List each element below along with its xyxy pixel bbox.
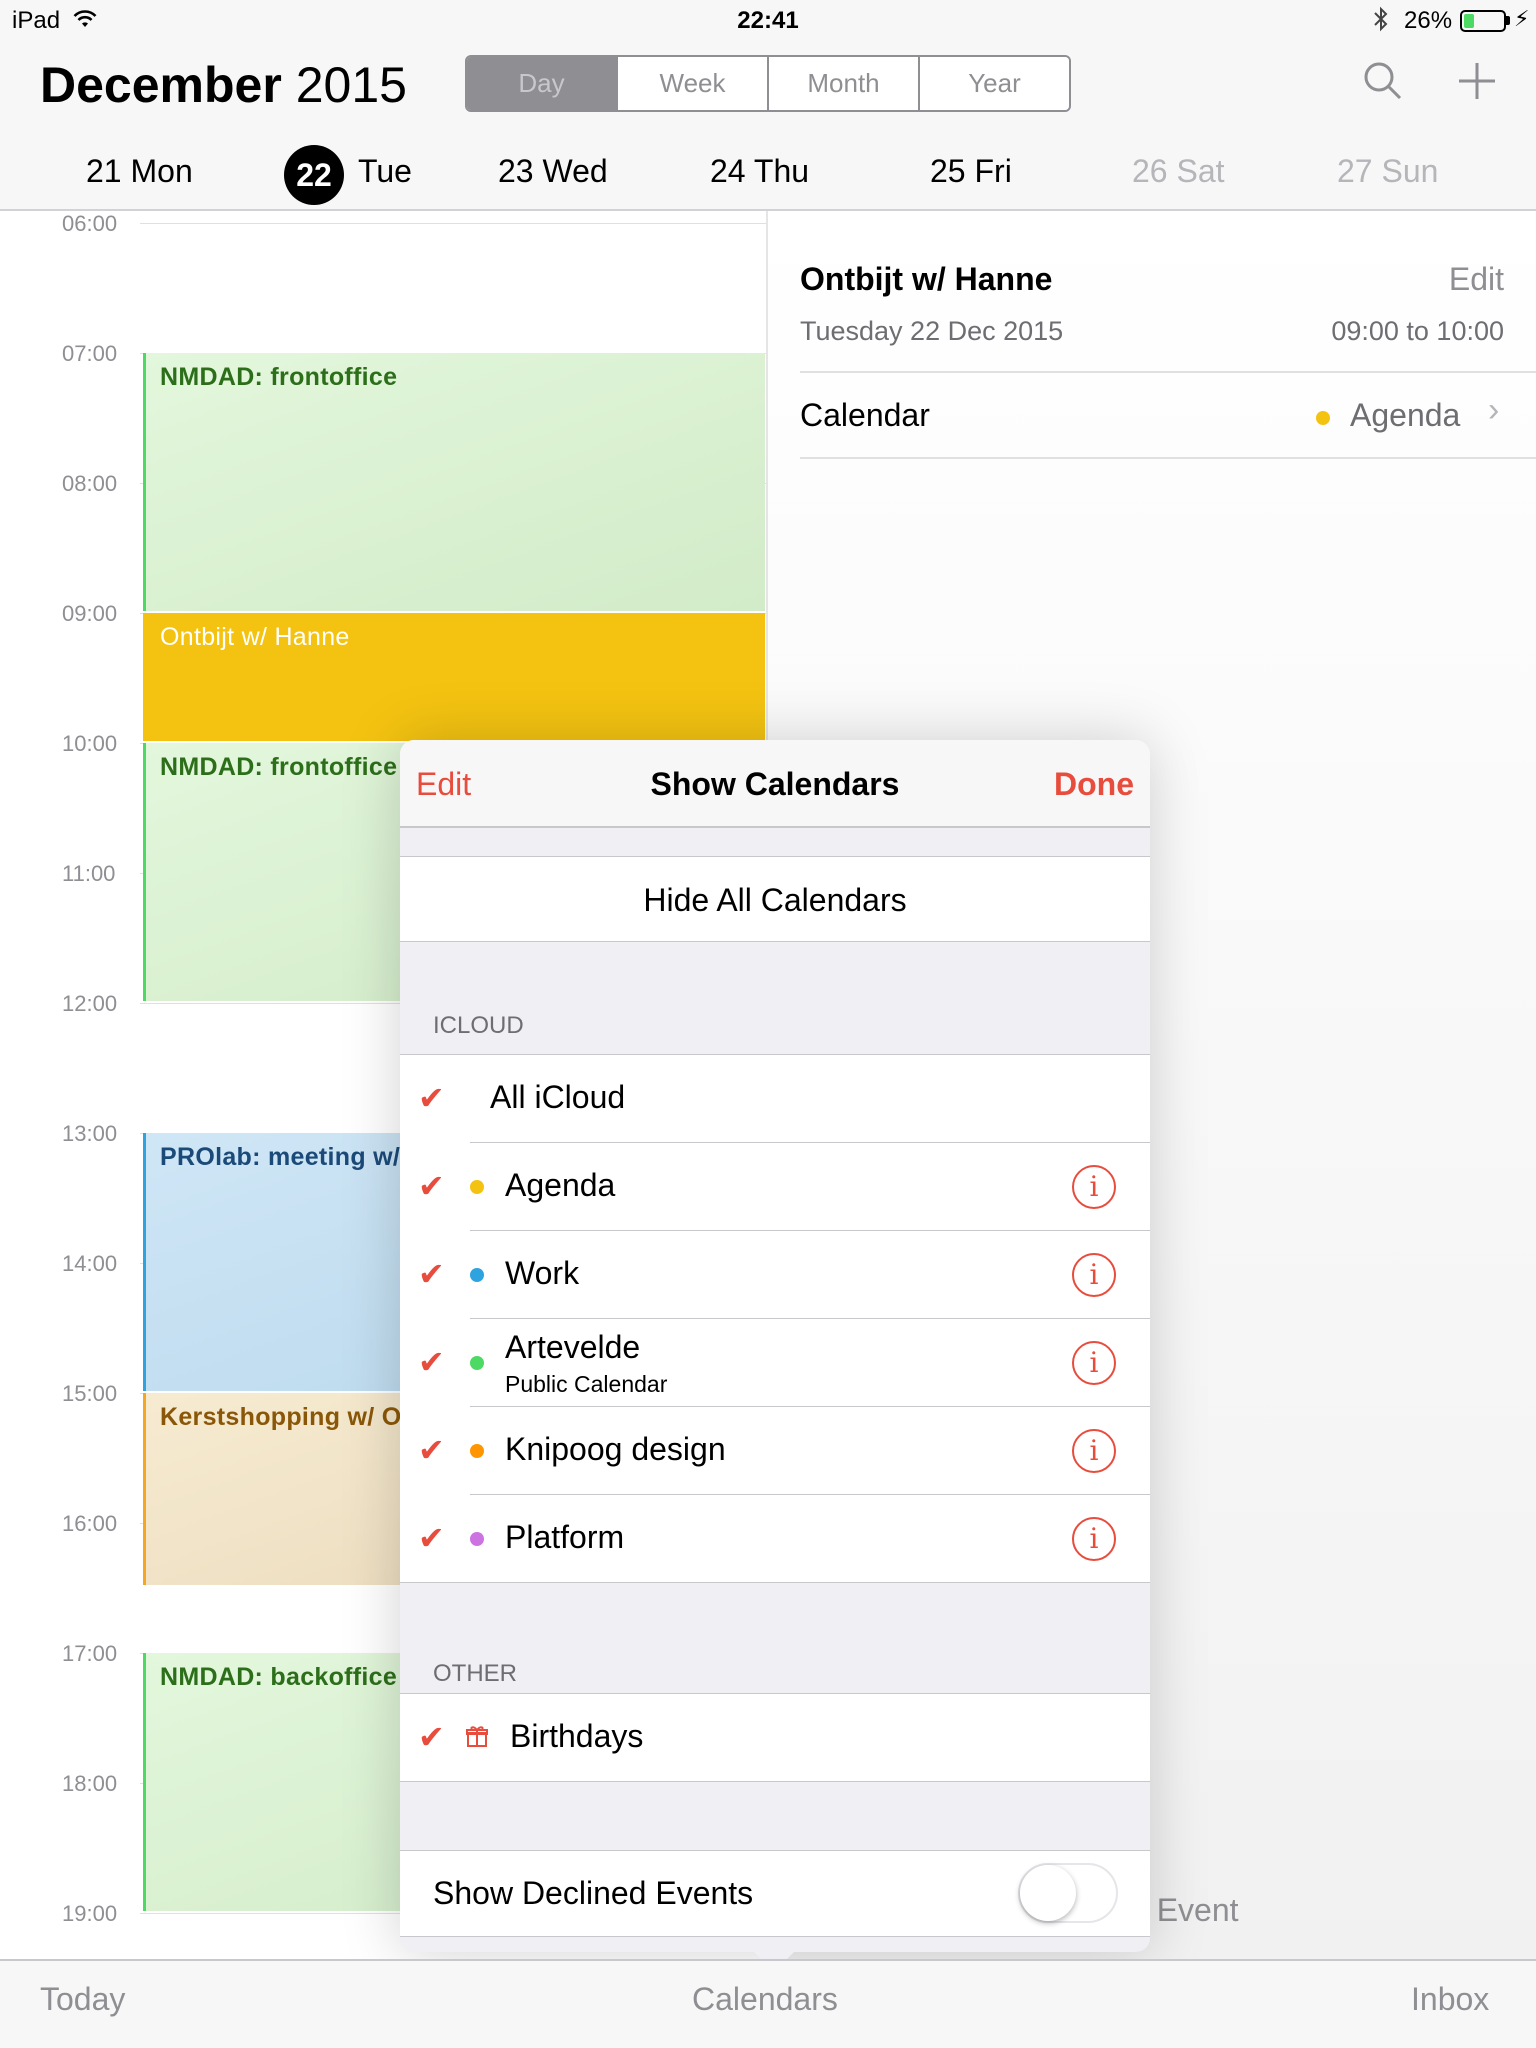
calendar-row-all-icloud[interactable]: ✔ All iCloud xyxy=(400,1055,1150,1143)
month-label: December xyxy=(40,57,282,113)
checkmark-icon: ✔ xyxy=(418,1520,445,1556)
calendar-value: Agenda xyxy=(1350,397,1461,433)
popover-title: Show Calendars xyxy=(650,766,900,802)
battery-tip xyxy=(1506,16,1510,25)
popover-header: Edit Show Calendars Done xyxy=(400,740,1150,828)
info-icon[interactable]: i xyxy=(1072,1429,1116,1473)
event-title: NMDAD: frontoffice xyxy=(160,753,398,781)
calendar-name: Platform xyxy=(505,1519,625,1555)
done-button[interactable]: Done xyxy=(1054,766,1134,803)
hour-row: 06:00 xyxy=(0,211,768,236)
icloud-section-header: ICLOUD xyxy=(433,1012,524,1039)
event-title: Ontbijt w/ Hanne xyxy=(160,623,350,651)
day-25-fri[interactable]: 25 Fri xyxy=(930,153,1012,190)
inbox-button[interactable]: Inbox xyxy=(1411,1981,1489,2018)
hide-all-calendars-button[interactable]: Hide All Calendars xyxy=(400,856,1150,942)
add-icon[interactable] xyxy=(1454,58,1500,104)
checkmark-icon: ✔ xyxy=(418,1256,445,1292)
calendar-name: Artevelde xyxy=(505,1329,641,1365)
event-date: Tuesday 22 Dec 2015 xyxy=(800,316,1064,346)
calendar-row-platform[interactable]: ✔ Platform i xyxy=(400,1495,1150,1583)
event-time: 09:00 to 10:00 xyxy=(1331,316,1504,346)
bluetooth-icon xyxy=(1372,6,1390,39)
battery-icon xyxy=(1460,10,1506,32)
charging-icon: ⚡ xyxy=(1514,6,1530,31)
day-23-wed[interactable]: 23 Wed xyxy=(498,153,608,190)
calendar-row-birthdays[interactable]: ✔ Birthdays xyxy=(400,1694,1150,1782)
event-block[interactable]: NMDAD: frontoffice xyxy=(143,353,765,611)
info-icon[interactable]: i xyxy=(1072,1517,1116,1561)
today-circle[interactable]: 22 xyxy=(284,145,344,205)
divider xyxy=(800,371,1536,373)
calendar-name: Agenda xyxy=(505,1167,616,1203)
info-icon[interactable]: i xyxy=(1072,1341,1116,1385)
calendar-name: Birthdays xyxy=(510,1718,644,1754)
day-24-thu[interactable]: 24 Thu xyxy=(710,153,809,190)
chevron-right-icon: › xyxy=(1488,391,1500,429)
tab-week[interactable]: Week xyxy=(618,57,769,110)
month-title: December 2015 xyxy=(40,56,407,114)
calendar-color-dot xyxy=(470,1356,484,1370)
clock: 22:41 xyxy=(737,7,799,34)
view-switcher: Day Week Month Year xyxy=(465,55,1071,112)
show-declined-toggle[interactable] xyxy=(1018,1863,1118,1923)
gift-icon xyxy=(466,1724,488,1753)
calendar-color-dot xyxy=(470,1444,484,1458)
event-detail-title: Ontbijt w/ Hanne xyxy=(800,261,1053,297)
show-declined-row: Show Declined Events xyxy=(400,1851,1150,1937)
year-label: 2015 xyxy=(295,57,407,113)
calendar-color-dot xyxy=(1316,411,1330,425)
event-title: Kerstshopping w/ O xyxy=(160,1403,402,1431)
show-calendars-popover: Edit Show Calendars Done Hide All Calend… xyxy=(400,740,1150,1952)
calendar-color-dot xyxy=(470,1180,484,1194)
event-block-selected[interactable]: Ontbijt w/ Hanne xyxy=(143,613,765,741)
other-section-header: OTHER xyxy=(433,1660,517,1687)
show-declined-label: Show Declined Events xyxy=(433,1875,754,1911)
tab-year[interactable]: Year xyxy=(920,57,1069,110)
day-21-mon[interactable]: 21 Mon xyxy=(86,153,193,190)
calendar-name: Work xyxy=(505,1255,580,1291)
calendar-row-artevelde[interactable]: ✔ Artevelde Public Calendar i xyxy=(400,1319,1150,1407)
day-27-sun[interactable]: 27 Sun xyxy=(1337,153,1438,190)
tab-day[interactable]: Day xyxy=(467,57,618,110)
tab-month[interactable]: Month xyxy=(769,57,920,110)
calendar-row-agenda[interactable]: ✔ Agenda i xyxy=(400,1143,1150,1231)
bottom-toolbar: Today Calendars Inbox xyxy=(0,1959,1536,2048)
calendar-color-dot xyxy=(470,1268,484,1282)
toggle-knob xyxy=(1020,1865,1076,1921)
checkmark-icon: ✔ xyxy=(418,1080,445,1116)
info-icon[interactable]: i xyxy=(1072,1253,1116,1297)
event-title: NMDAD: frontoffice xyxy=(160,363,398,391)
calendar-color-dot xyxy=(470,1532,484,1546)
today-button[interactable]: Today xyxy=(40,1981,125,2018)
event-title: NMDAD: backoffice xyxy=(160,1663,398,1691)
calendar-subtitle: Public Calendar xyxy=(505,1371,668,1397)
edit-event-button[interactable]: Edit xyxy=(1449,261,1504,298)
search-icon[interactable] xyxy=(1360,58,1406,104)
day-22-tue[interactable]: Tue xyxy=(358,153,412,190)
status-bar: iPad 22:41 26% ⚡ xyxy=(0,0,1536,40)
calendar-label: Calendar xyxy=(800,397,930,433)
event-title: PROlab: meeting w/ xyxy=(160,1143,401,1171)
calendar-row-work[interactable]: ✔ Work i xyxy=(400,1231,1150,1319)
day-26-sat[interactable]: 26 Sat xyxy=(1132,153,1225,190)
calendars-button[interactable]: Calendars xyxy=(692,1981,838,2018)
calendar-row-knipoog-design[interactable]: ✔ Knipoog design i xyxy=(400,1407,1150,1495)
week-day-strip: 21 Mon 22 Tue 23 Wed 24 Thu 25 Fri 26 Sa… xyxy=(0,145,1536,205)
checkmark-icon: ✔ xyxy=(418,1719,445,1755)
checkmark-icon: ✔ xyxy=(418,1168,445,1204)
info-icon[interactable]: i xyxy=(1072,1165,1116,1209)
divider xyxy=(800,457,1536,459)
checkmark-icon: ✔ xyxy=(418,1344,445,1380)
calendar-name: Knipoog design xyxy=(505,1431,726,1467)
checkmark-icon: ✔ xyxy=(418,1432,445,1468)
battery-percent: 26% xyxy=(1404,7,1453,34)
calendar-name: All iCloud xyxy=(490,1079,626,1115)
